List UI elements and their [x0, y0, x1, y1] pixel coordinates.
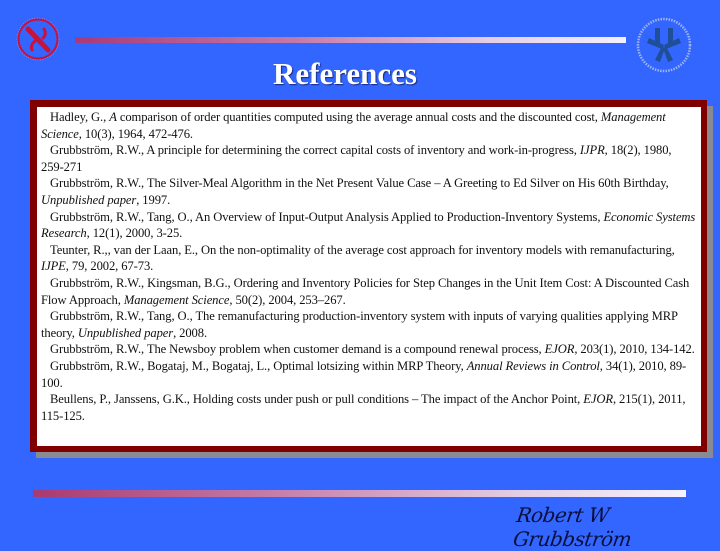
- reference-item: Grubbström, R.W., Kingsman, B.G., Orderi…: [41, 275, 690, 307]
- reference-item: Grubbström, R.W., The Silver-Meal Algori…: [41, 176, 669, 207]
- reference-item: Grubbström, R.W., A principle for determ…: [41, 143, 672, 174]
- reference-item: Grubbström, R.W., Tang, O., The remanufa…: [41, 309, 678, 340]
- reference-list: Hadley, G., A comparison of order quanti…: [37, 107, 701, 446]
- author-signature: Robert W Grubbström: [511, 503, 633, 551]
- reference-item: Teunter, R.,, van der Laan, E., On the n…: [41, 242, 675, 274]
- bottom-decorative-bar: [33, 490, 686, 497]
- aleph-seal-icon: [16, 17, 60, 61]
- reference-item: Grubbström, R.W., Tang, O., An Overview …: [41, 209, 696, 241]
- reference-item: Grubbström, R.W., The Newsboy problem wh…: [50, 342, 695, 357]
- reference-item: Grubbström, R.W., Bogataj, M., Bogataj, …: [41, 358, 687, 390]
- slide-title: References: [272, 56, 417, 91]
- top-decorative-bar: [75, 37, 626, 43]
- reference-item: Hadley, G., A comparison of order quanti…: [41, 110, 666, 141]
- reference-item: Beullens, P., Janssens, G.K., Holding co…: [41, 392, 686, 423]
- reference-box: Hadley, G., A comparison of order quanti…: [30, 100, 707, 452]
